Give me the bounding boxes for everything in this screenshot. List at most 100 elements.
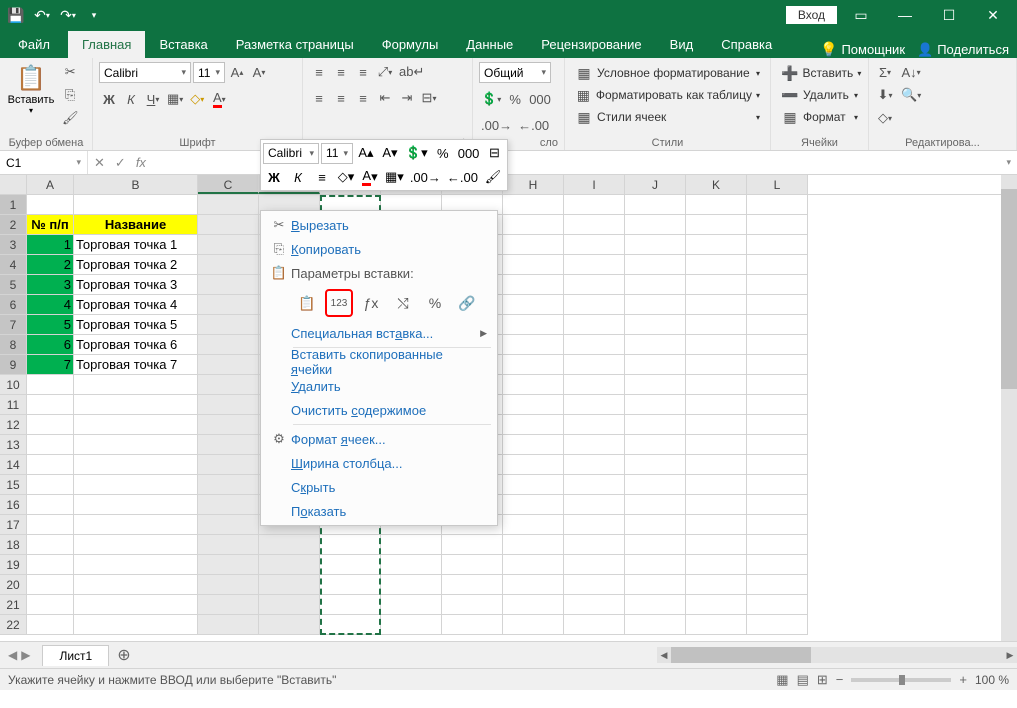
sheet-nav-prev-icon[interactable]: ◀ bbox=[8, 648, 17, 662]
share-button[interactable]: 👤Поделиться bbox=[917, 42, 1009, 58]
mini-percent-icon[interactable]: % bbox=[432, 142, 454, 164]
cell[interactable] bbox=[198, 335, 259, 355]
cell[interactable] bbox=[686, 255, 747, 275]
cell[interactable] bbox=[747, 555, 808, 575]
cell[interactable] bbox=[27, 395, 74, 415]
mini-comma-icon[interactable]: 000 bbox=[456, 142, 482, 164]
cell[interactable] bbox=[198, 235, 259, 255]
cell[interactable] bbox=[259, 535, 320, 555]
cell[interactable] bbox=[686, 495, 747, 515]
cell[interactable] bbox=[442, 535, 503, 555]
cell[interactable] bbox=[625, 555, 686, 575]
cell[interactable] bbox=[503, 195, 564, 215]
mini-inc-decimal-icon[interactable]: .00→ bbox=[408, 166, 443, 188]
cell[interactable] bbox=[747, 335, 808, 355]
clear-icon[interactable]: ◇▾ bbox=[875, 108, 895, 128]
zoom-out-icon[interactable]: − bbox=[836, 672, 844, 687]
vertical-scrollbar[interactable] bbox=[1001, 175, 1017, 641]
cell[interactable] bbox=[503, 515, 564, 535]
cell[interactable] bbox=[625, 395, 686, 415]
cell[interactable] bbox=[503, 235, 564, 255]
cell[interactable] bbox=[27, 455, 74, 475]
conditional-formatting-button[interactable]: ▦Условное форматирование▾ bbox=[571, 62, 764, 84]
cell[interactable] bbox=[564, 355, 625, 375]
cell[interactable] bbox=[27, 415, 74, 435]
mini-align-icon[interactable]: ≡ bbox=[311, 166, 333, 188]
cell-styles-button[interactable]: ▦Стили ячеек▾ bbox=[571, 106, 764, 128]
cell[interactable] bbox=[686, 575, 747, 595]
cell[interactable] bbox=[381, 555, 442, 575]
cell[interactable] bbox=[625, 435, 686, 455]
fill-color-icon[interactable]: ◇▾ bbox=[187, 89, 207, 109]
cell[interactable] bbox=[74, 455, 198, 475]
mini-bold-button[interactable]: Ж bbox=[263, 166, 285, 188]
cell[interactable] bbox=[747, 575, 808, 595]
cell[interactable] bbox=[564, 435, 625, 455]
cell[interactable] bbox=[198, 435, 259, 455]
align-top-icon[interactable]: ≡ bbox=[309, 62, 329, 82]
cell[interactable] bbox=[747, 435, 808, 455]
chevron-down-icon[interactable]: ▾ bbox=[76, 157, 81, 168]
cell[interactable] bbox=[381, 595, 442, 615]
sheet-nav-next-icon[interactable]: ▶ bbox=[21, 648, 30, 662]
cell[interactable] bbox=[747, 495, 808, 515]
cell[interactable] bbox=[625, 275, 686, 295]
cell[interactable] bbox=[503, 255, 564, 275]
mini-grow-font-icon[interactable]: A▴ bbox=[355, 142, 377, 164]
paste-formatting-icon[interactable]: % bbox=[421, 289, 449, 317]
cell[interactable] bbox=[198, 555, 259, 575]
cell[interactable] bbox=[198, 355, 259, 375]
cell[interactable]: Торговая точка 1 bbox=[74, 235, 198, 255]
col-header[interactable]: I bbox=[564, 175, 625, 194]
cell[interactable] bbox=[74, 475, 198, 495]
cell[interactable] bbox=[625, 535, 686, 555]
cell[interactable] bbox=[503, 375, 564, 395]
ctx-insert-copied[interactable]: Вставить скопированные ячейки bbox=[263, 350, 495, 374]
number-format-select[interactable]: Общий▾ bbox=[479, 62, 551, 83]
cut-icon[interactable]: ✂ bbox=[60, 62, 81, 82]
row-header[interactable]: 6 bbox=[0, 295, 27, 315]
save-icon[interactable]: 💾 bbox=[4, 3, 28, 27]
tab-help[interactable]: Справка bbox=[707, 31, 786, 58]
cell[interactable] bbox=[198, 315, 259, 335]
tab-home[interactable]: Главная bbox=[68, 31, 145, 58]
cell[interactable]: 4 bbox=[27, 295, 74, 315]
cell[interactable] bbox=[259, 615, 320, 635]
row-header[interactable]: 13 bbox=[0, 435, 27, 455]
cell[interactable] bbox=[686, 395, 747, 415]
cell[interactable] bbox=[503, 535, 564, 555]
undo-icon[interactable]: ↶▾ bbox=[30, 3, 54, 27]
paste-transpose-icon[interactable]: ⤭ bbox=[389, 289, 417, 317]
cell[interactable]: Торговая точка 3 bbox=[74, 275, 198, 295]
align-middle-icon[interactable]: ≡ bbox=[331, 62, 351, 82]
cell[interactable] bbox=[564, 235, 625, 255]
cell[interactable] bbox=[198, 415, 259, 435]
cell[interactable] bbox=[198, 475, 259, 495]
cell[interactable] bbox=[442, 575, 503, 595]
cell[interactable] bbox=[503, 395, 564, 415]
borders-icon[interactable]: ▦▾ bbox=[165, 89, 185, 109]
cell[interactable] bbox=[686, 475, 747, 495]
mini-currency-icon[interactable]: 💲▾ bbox=[403, 142, 430, 164]
cell[interactable] bbox=[259, 595, 320, 615]
row-header[interactable]: 21 bbox=[0, 595, 27, 615]
underline-button[interactable]: Ч▾ bbox=[143, 89, 163, 109]
maximize-icon[interactable]: ☐ bbox=[929, 0, 969, 30]
cell[interactable] bbox=[503, 415, 564, 435]
ctx-hide[interactable]: Скрыть bbox=[263, 475, 495, 499]
cell[interactable] bbox=[503, 335, 564, 355]
cell[interactable] bbox=[564, 475, 625, 495]
mini-format-painter-icon[interactable]: 🖌 bbox=[482, 166, 504, 188]
format-cells-button[interactable]: ▦Формат▾ bbox=[777, 106, 862, 128]
cell[interactable] bbox=[747, 215, 808, 235]
horizontal-scrollbar[interactable]: ◀ ▶ bbox=[657, 647, 1017, 663]
row-header[interactable]: 11 bbox=[0, 395, 27, 415]
format-painter-icon[interactable]: 🖌 bbox=[60, 108, 81, 128]
expand-formula-icon[interactable]: ▾ bbox=[1000, 157, 1017, 168]
ctx-copy[interactable]: ⎘Копировать bbox=[263, 237, 495, 261]
cell[interactable] bbox=[747, 195, 808, 215]
cell[interactable] bbox=[442, 615, 503, 635]
view-page-layout-icon[interactable]: ▤ bbox=[797, 672, 809, 688]
row-header[interactable]: 16 bbox=[0, 495, 27, 515]
increase-decimal-icon[interactable]: .00→ bbox=[479, 115, 514, 135]
